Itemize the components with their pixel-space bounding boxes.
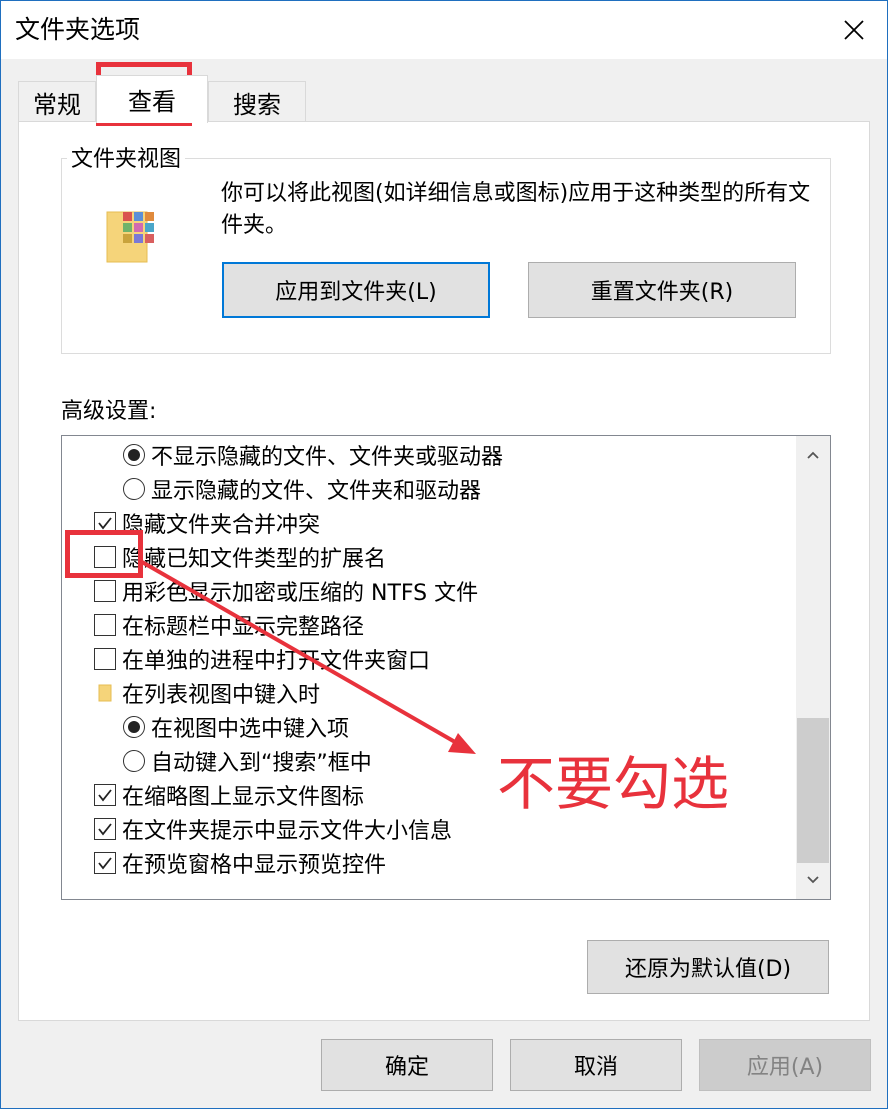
button-label: 重置文件夹(R) xyxy=(590,280,734,305)
option-label: 用彩色显示加密或压缩的 NTFS 文件 xyxy=(122,581,479,606)
folder-group-row: 在列表视图中键入时 xyxy=(94,676,320,710)
chevron-down-icon xyxy=(807,876,819,884)
radio-button[interactable] xyxy=(123,478,145,500)
checkbox[interactable] xyxy=(94,614,116,636)
option-label: 在列表视图中键入时 xyxy=(122,683,321,708)
advanced-settings-label: 高级设置: xyxy=(61,399,157,424)
annotation-label: 不要勾选 xyxy=(497,750,730,818)
tab-general[interactable]: 常规 xyxy=(18,81,96,122)
window-title: 文件夹选项 xyxy=(15,15,141,44)
checkbox-option[interactable]: 在文件夹提示中显示文件大小信息 xyxy=(94,812,452,846)
checkmark-icon xyxy=(98,789,112,802)
checkmark-icon xyxy=(98,823,112,836)
option-label: 在单独的进程中打开文件夹窗口 xyxy=(122,649,431,674)
checkbox-option[interactable]: 在单独的进程中打开文件夹窗口 xyxy=(94,642,430,676)
checkbox[interactable] xyxy=(94,512,116,534)
radio-option[interactable]: 自动键入到“搜索”框中 xyxy=(123,744,372,778)
tab-label: 常规 xyxy=(33,90,81,119)
folder-pictures-icon xyxy=(105,208,161,264)
tab-view[interactable]: 查看 xyxy=(96,75,208,123)
button-label: 应用(A) xyxy=(746,1055,824,1080)
vertical-scrollbar[interactable] xyxy=(796,436,830,899)
close-icon xyxy=(844,20,864,40)
radio-option[interactable]: 在视图中选中键入项 xyxy=(123,710,349,744)
option-label: 在文件夹提示中显示文件大小信息 xyxy=(122,819,453,844)
checkmark-icon xyxy=(98,857,112,870)
checkbox-option[interactable]: 在预览窗格中显示预览控件 xyxy=(94,846,386,880)
radio-option[interactable]: 不显示隐藏的文件、文件夹或驱动器 xyxy=(123,438,503,472)
radio-button[interactable] xyxy=(123,750,145,772)
option-label: 显示隐藏的文件、文件夹和驱动器 xyxy=(151,479,482,504)
folder-options-dialog: 文件夹选项 常规 查看 搜索 文件夹视图 你可以将此视图(如详细信息或图标)应用… xyxy=(0,0,888,1109)
radio-button[interactable] xyxy=(123,444,145,466)
option-label: 在标题栏中显示完整路径 xyxy=(122,615,365,640)
checkbox[interactable] xyxy=(94,818,116,840)
folder-icon xyxy=(94,684,116,702)
folder-views-description: 你可以将此视图(如详细信息或图标)应用于这种类型的所有文件夹。 xyxy=(221,181,811,238)
apply-to-folders-button[interactable]: 应用到文件夹(L) xyxy=(222,262,490,318)
close-button[interactable] xyxy=(831,9,877,51)
tab-search[interactable]: 搜索 xyxy=(208,81,306,122)
apply-button[interactable]: 应用(A) xyxy=(699,1039,871,1091)
button-label: 应用到文件夹(L) xyxy=(275,280,437,305)
view-tab-panel: 文件夹视图 你可以将此视图(如详细信息或图标)应用于这种类型的所有文件夹。 应用… xyxy=(18,121,870,1021)
checkmark-icon xyxy=(98,517,112,530)
option-label: 在缩略图上显示文件图标 xyxy=(122,785,365,810)
option-label: 在视图中选中键入项 xyxy=(151,717,350,742)
option-label: 在预览窗格中显示预览控件 xyxy=(122,853,387,878)
checkbox-option[interactable]: 在缩略图上显示文件图标 xyxy=(94,778,364,812)
checkbox[interactable] xyxy=(94,648,116,670)
chevron-up-icon xyxy=(807,451,819,459)
reset-folders-button[interactable]: 重置文件夹(R) xyxy=(528,262,796,318)
checkbox[interactable] xyxy=(94,546,116,568)
scrollbar-thumb[interactable] xyxy=(797,718,829,863)
checkbox-option[interactable]: 隐藏文件夹合并冲突 xyxy=(94,506,320,540)
group-title: 文件夹视图 xyxy=(67,146,186,174)
title-bar: 文件夹选项 xyxy=(1,1,887,59)
tab-label: 查看 xyxy=(128,88,176,116)
checkbox-option[interactable]: 用彩色显示加密或压缩的 NTFS 文件 xyxy=(94,574,478,608)
option-label: 不显示隐藏的文件、文件夹或驱动器 xyxy=(151,445,504,470)
scroll-down-button[interactable] xyxy=(796,863,830,897)
tab-strip: 常规 查看 搜索 xyxy=(18,75,870,123)
button-label: 还原为默认值(D) xyxy=(624,957,792,982)
checkbox[interactable] xyxy=(94,784,116,806)
radio-button[interactable] xyxy=(123,716,145,738)
checkbox[interactable] xyxy=(94,580,116,602)
restore-defaults-button[interactable]: 还原为默认值(D) xyxy=(587,940,829,994)
checkbox[interactable] xyxy=(94,852,116,874)
cancel-button[interactable]: 取消 xyxy=(510,1039,682,1091)
tab-label: 搜索 xyxy=(233,90,281,119)
radio-option[interactable]: 显示隐藏的文件、文件夹和驱动器 xyxy=(123,472,481,506)
ok-button[interactable]: 确定 xyxy=(321,1039,493,1091)
checkbox-option-hide-extensions[interactable]: 隐藏已知文件类型的扩展名 xyxy=(94,540,386,574)
button-label: 取消 xyxy=(573,1055,618,1080)
scroll-up-button[interactable] xyxy=(796,438,830,472)
option-label: 自动键入到“搜索”框中 xyxy=(151,751,372,776)
option-label: 隐藏已知文件类型的扩展名 xyxy=(122,547,387,572)
button-label: 确定 xyxy=(384,1055,429,1080)
advanced-settings-list[interactable]: 不显示隐藏的文件、文件夹或驱动器 显示隐藏的文件、文件夹和驱动器 隐藏文件夹合并… xyxy=(61,435,831,900)
checkbox-option[interactable]: 在标题栏中显示完整路径 xyxy=(94,608,364,642)
option-label: 隐藏文件夹合并冲突 xyxy=(122,513,321,538)
